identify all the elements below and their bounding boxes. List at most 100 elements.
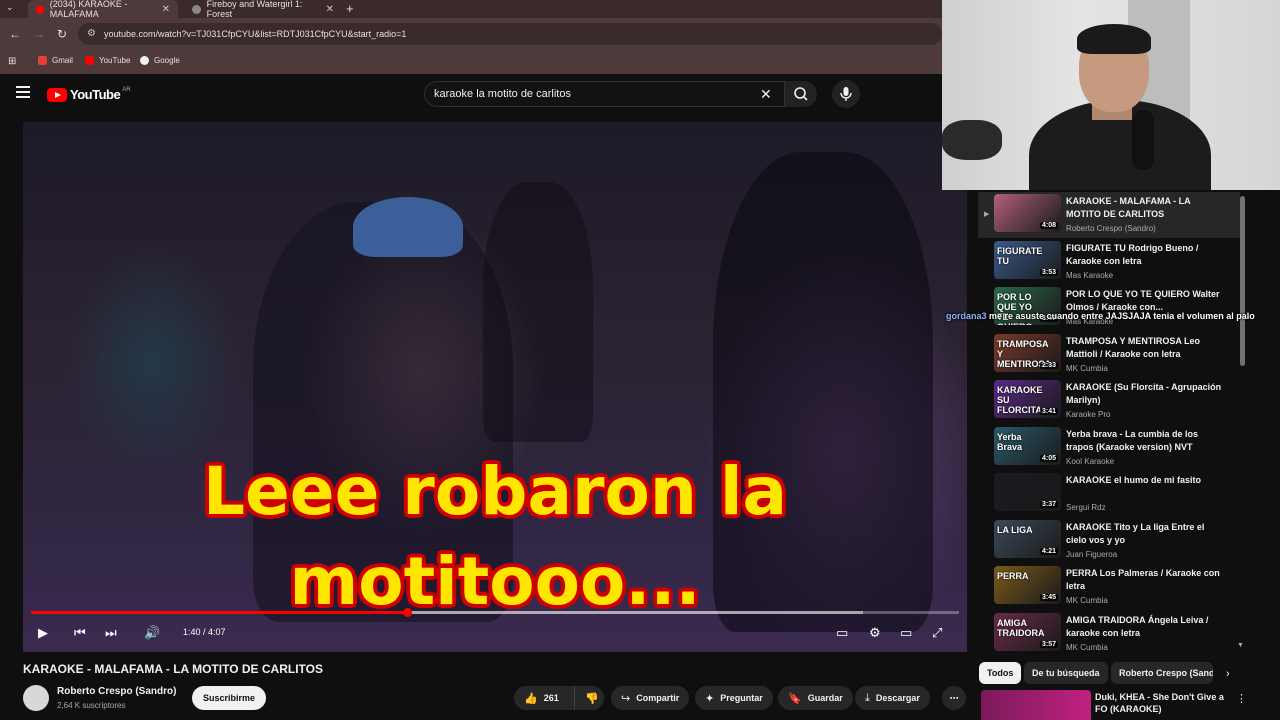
thumbnail-text: AMIGA TRAIDORA <box>997 617 1045 638</box>
save-button[interactable]: 🔖 Guardar <box>778 686 853 710</box>
playlist-scrollbar[interactable] <box>1240 196 1245 366</box>
next-icon[interactable]: ⏭ <box>105 625 117 641</box>
chip-channel[interactable]: Roberto Crespo (Sandro) <box>1111 662 1213 684</box>
clear-search-icon[interactable]: ✕ <box>760 86 772 103</box>
playlist-item[interactable]: PERRA 3:45 PERRA Los Palmeras / Karaoke … <box>978 564 1240 610</box>
recommendation-thumbnail[interactable] <box>981 690 1091 720</box>
playlist-item-title: KARAOKE (Su Florcita - Agrupación Marily… <box>1066 382 1222 405</box>
site-info-icon[interactable]: ⚙ <box>87 28 96 39</box>
playlist-thumbnail[interactable]: Yerba Brava 4:05 <box>994 426 1061 465</box>
duration-badge: 2:33 <box>1039 361 1058 369</box>
playlist-thumbnail[interactable]: PERRA 3:45 <box>994 566 1061 604</box>
gmail-icon <box>38 56 47 65</box>
volume-icon[interactable]: 🔊 <box>144 625 160 641</box>
duration-badge: 4:05 <box>1039 454 1058 462</box>
recommendation-title[interactable]: Duki, KHEA - She Don't Give a FO (KARAOK… <box>1095 691 1235 715</box>
thumbnail-text: Yerba Brava <box>997 431 1023 452</box>
chevron-right-icon[interactable]: › <box>1226 668 1230 680</box>
playlist-item[interactable]: Yerba Brava 4:05 Yerba brava - La cumbia… <box>978 425 1240 471</box>
reload-icon[interactable]: ↻ <box>57 27 67 41</box>
playlist-item-title: KARAOKE el humo de mi fasito <box>1066 475 1202 485</box>
playlist-item[interactable]: POR LO QUE YO TE QUIERO 3:47 POR LO QUE … <box>978 285 1240 331</box>
youtube-play-icon <box>47 87 67 102</box>
browser-tab[interactable]: Fireboy and Watergirl 1: Forest ✕ <box>184 0 342 19</box>
url-field[interactable]: ⚙ youtube.com/watch?v=TJ031CfpCYU&list=R… <box>78 23 942 45</box>
thumbnail-text: PERRA <box>997 571 1029 581</box>
progress-scrubber[interactable] <box>402 608 412 617</box>
duration-badge: 4:08 <box>1039 222 1058 229</box>
forward-icon[interactable]: → <box>33 27 45 41</box>
playlist-item[interactable]: LA LIGA 4:21 KARAOKE Tito y La liga Entr… <box>978 518 1240 564</box>
tab-close-icon[interactable]: ✕ <box>162 4 170 15</box>
subtitles-icon[interactable]: ▭ <box>836 625 848 641</box>
download-button[interactable]: ⤓ Descargar <box>855 686 930 710</box>
apps-icon[interactable]: ⊞ <box>8 56 16 67</box>
webcam-overlay <box>942 0 1280 190</box>
back-icon[interactable]: ← <box>9 27 21 41</box>
search-icon <box>794 87 808 101</box>
playlist-item[interactable]: ▶ 4:08 KARAOKE - MALAFAMA - LA MOTITO DE… <box>978 192 1240 238</box>
playlist-thumbnail[interactable]: 3:37 <box>994 473 1061 511</box>
bookmark-google[interactable]: Google <box>140 56 180 65</box>
webcam-object <box>942 120 1002 160</box>
duration-badge: 3:57 <box>1039 640 1058 648</box>
play-icon[interactable]: ▶ <box>38 625 48 641</box>
tab-search-icon[interactable]: ⌄ <box>6 2 14 13</box>
tab-close-icon[interactable]: ✕ <box>326 4 334 15</box>
previous-icon[interactable]: ⏮ <box>74 625 86 641</box>
playlist-item[interactable]: KARAOKE SU FLORCITA 3:41 KARAOKE (Su Flo… <box>978 378 1240 424</box>
chip-from-search[interactable]: De tu búsqueda <box>1024 662 1108 684</box>
chat-message: gordana3 me re asuste cuando entre JAJSJ… <box>946 310 1276 322</box>
microphone-icon <box>840 87 852 101</box>
thumbnail-text: TRAMPOSA Y MENTIROSA <box>997 338 1051 369</box>
time-display: 1:40 / 4:07 <box>183 627 226 637</box>
playlist-thumbnail[interactable]: KARAOKE SU FLORCITA 3:41 <box>994 380 1061 418</box>
dislike-button[interactable]: 👎 <box>574 686 604 710</box>
playlist-thumbnail[interactable]: TRAMPOSA Y MENTIROSA 2:33 <box>994 333 1061 372</box>
address-bar-row: ← → ↻ ⚙ youtube.com/watch?v=TJ031CfpCYU&… <box>0 18 942 50</box>
playlist-item[interactable]: AMIGA TRAIDORA 3:57 AMIGA TRAIDORA Ángel… <box>978 611 1240 653</box>
search-button[interactable] <box>785 81 817 107</box>
video-cap <box>353 197 463 257</box>
voice-search-button[interactable] <box>832 80 860 108</box>
duration-badge: 4:21 <box>1039 547 1058 555</box>
share-icon: ↪ <box>621 692 631 705</box>
bookmark-youtube[interactable]: YouTube <box>85 56 130 65</box>
ask-button[interactable]: ✦ Preguntar <box>695 686 773 710</box>
theater-mode-icon[interactable]: ▭ <box>900 625 912 641</box>
fullscreen-icon[interactable]: ⤢ <box>932 625 942 641</box>
duration-badge: 3:41 <box>1039 408 1058 415</box>
playlist-item[interactable]: FIGURATE TU 3:53 FIGURATE TU Rodrigo Bue… <box>978 239 1240 285</box>
browser-tab-bar: ⌄ (2034) KARAOKE - MALAFAMA ✕ Fireboy an… <box>0 0 942 19</box>
scroll-down-icon[interactable]: ▼ <box>1237 642 1244 649</box>
search-input[interactable]: karaoke la motito de carlitos <box>424 81 785 107</box>
chip-all[interactable]: Todos <box>979 662 1022 684</box>
subscribe-button[interactable]: Suscribirme <box>192 686 267 710</box>
now-playing-icon: ▶ <box>984 211 990 218</box>
channel-avatar[interactable] <box>23 685 49 711</box>
new-tab-icon[interactable]: + <box>346 1 354 16</box>
hamburger-menu-icon[interactable] <box>16 86 30 98</box>
video-player[interactable]: Leee robaron la motitooo... ▶ ⏮ ⏭ 🔊 1:40… <box>23 122 967 652</box>
playlist-item-channel: Mas Karaoke <box>1066 270 1114 280</box>
playlist-item[interactable]: TRAMPOSA Y MENTIROSA 2:33 TRAMPOSA Y MEN… <box>978 332 1240 378</box>
more-actions-button[interactable]: ⋯ <box>942 686 966 710</box>
youtube-logo[interactable]: YouTube AR <box>47 87 131 102</box>
channel-name[interactable]: Roberto Crespo (Sandro) <box>57 686 176 697</box>
share-button[interactable]: ↪ Compartir <box>611 686 690 710</box>
more-vertical-icon[interactable]: ⋮ <box>1236 692 1247 705</box>
browser-tab-active[interactable]: (2034) KARAOKE - MALAFAMA ✕ <box>28 0 178 19</box>
playlist-item-title: FIGURATE TU Rodrigo Bueno / Karaoke con … <box>1066 242 1199 266</box>
playlist-thumbnail[interactable]: AMIGA TRAIDORA 3:57 <box>994 612 1061 651</box>
progress-bar[interactable] <box>31 608 959 617</box>
playlist-item-title: TRAMPOSA Y MENTIROSA Leo Mattioli / Kara… <box>1066 335 1201 359</box>
playlist-thumbnail[interactable]: LA LIGA 4:21 <box>994 519 1061 558</box>
playlist-thumbnail[interactable]: FIGURATE TU 3:53 <box>994 240 1061 279</box>
bookmark-gmail[interactable]: Gmail <box>38 56 73 65</box>
like-button[interactable]: 👍 261 <box>514 686 574 710</box>
thumbnail-text: KARAOKE SU FLORCITA <box>997 385 1043 415</box>
playlist-item[interactable]: 3:37 KARAOKE el humo de mi fasito Sergui… <box>978 471 1240 517</box>
settings-gear-icon[interactable]: ⚙ <box>869 625 881 641</box>
playlist-thumbnail[interactable]: 4:08 <box>994 194 1061 232</box>
playlist-item-title: KARAOKE - MALAFAMA - LA MOTITO DE CARLIT… <box>1066 196 1191 219</box>
